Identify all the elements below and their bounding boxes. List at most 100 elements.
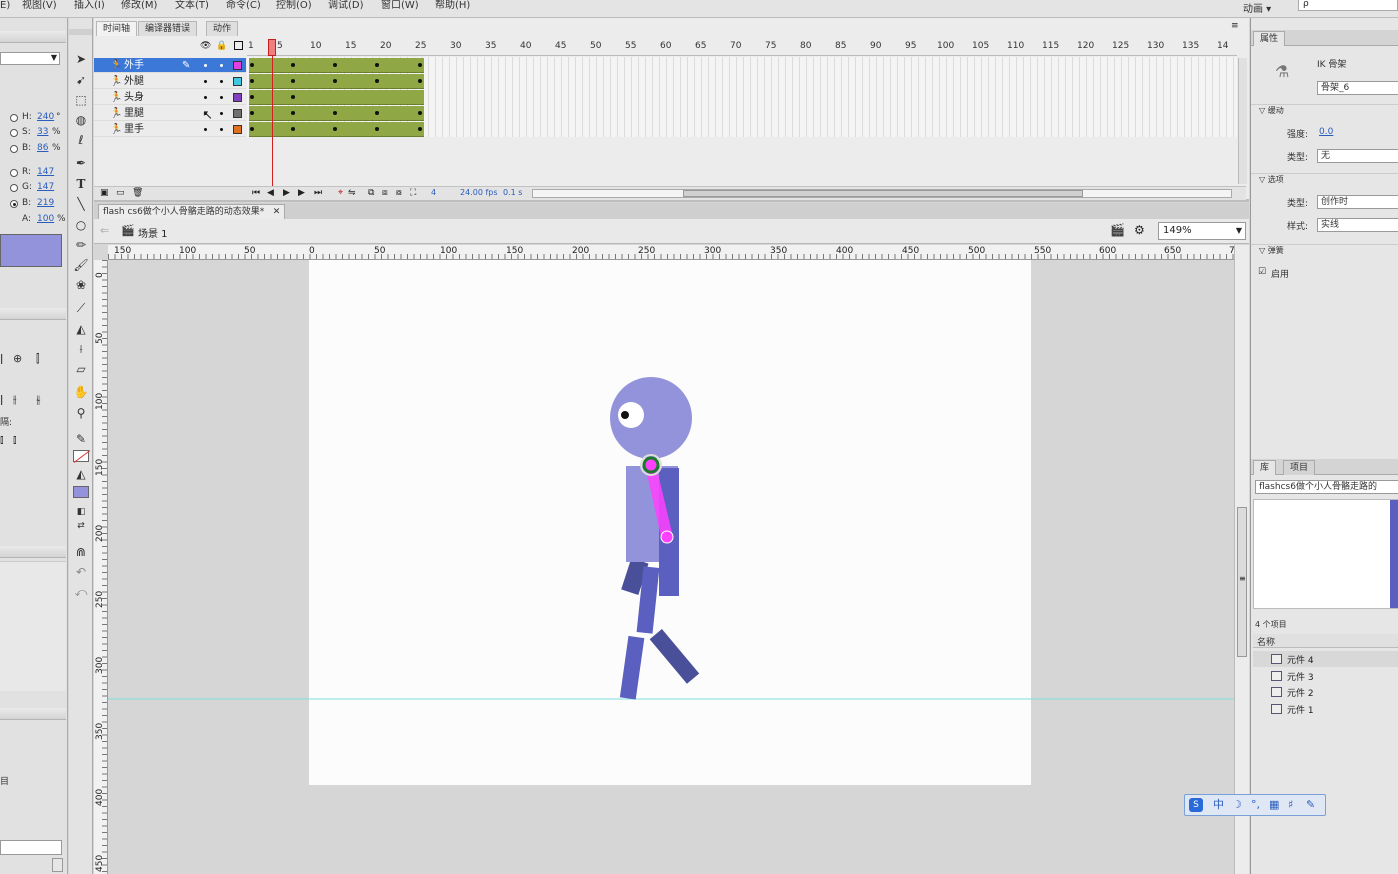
- value-alpha[interactable]: 100: [37, 214, 54, 224]
- ime-skin-icon[interactable]: ♯: [1288, 798, 1293, 812]
- option-type-select[interactable]: 创作时: [1317, 195, 1398, 209]
- pose-span[interactable]: [249, 90, 424, 105]
- fill-color-icon[interactable]: ◭: [73, 466, 89, 482]
- bone-root-joint[interactable]: [642, 456, 660, 474]
- menu-debug[interactable]: 调试(D): [328, 0, 364, 12]
- straighten-icon[interactable]: ⤺: [73, 584, 89, 600]
- center-frame-icon[interactable]: ⌖: [338, 188, 343, 198]
- pose-keyframe[interactable]: [250, 95, 254, 99]
- value-h[interactable]: 240: [37, 112, 54, 122]
- layer-color-swatch[interactable]: [233, 109, 242, 118]
- ime-tools-icon[interactable]: ✎: [1306, 798, 1315, 812]
- brush-tool-icon[interactable]: 🖌: [73, 257, 89, 273]
- visible-dot[interactable]: [204, 128, 207, 131]
- free-transform-tool-icon[interactable]: ⬚: [73, 92, 89, 108]
- menu-edit[interactable]: E): [0, 0, 10, 12]
- align-right-icon[interactable]: ⫿: [36, 352, 40, 366]
- distribute-left-icon[interactable]: ǀ: [0, 393, 3, 406]
- menu-insert[interactable]: 插入(I): [74, 0, 105, 12]
- tools-grip[interactable]: [69, 29, 92, 35]
- ime-punctuation-icon[interactable]: °,: [1251, 798, 1260, 812]
- radio-s[interactable]: [10, 129, 18, 137]
- inner-leg-lower[interactable]: [649, 629, 700, 684]
- layer-row[interactable]: 🏃 外腿: [94, 74, 246, 89]
- lock-dot[interactable]: [220, 96, 223, 99]
- eye-icon[interactable]: 👁: [200, 41, 211, 51]
- pose-keyframe[interactable]: [333, 127, 337, 131]
- loop-icon[interactable]: ⇋: [348, 188, 356, 198]
- pose-keyframe[interactable]: [250, 79, 254, 83]
- layer-name[interactable]: 里手: [124, 122, 144, 137]
- lock-dot[interactable]: [220, 80, 223, 83]
- align-left-icon[interactable]: ǀ: [0, 352, 3, 365]
- new-layer-icon[interactable]: ▣: [100, 188, 109, 198]
- pose-keyframe[interactable]: [291, 63, 295, 67]
- radio-b[interactable]: [10, 145, 18, 153]
- library-column-header[interactable]: 名称: [1253, 634, 1398, 648]
- layer-color-swatch[interactable]: [233, 93, 242, 102]
- outline-icon[interactable]: [234, 41, 243, 50]
- eraser-tool-icon[interactable]: ▱: [73, 361, 89, 377]
- layer-name[interactable]: 头身: [124, 90, 144, 105]
- value-s[interactable]: 33: [37, 127, 48, 137]
- library-document-select[interactable]: flashcs6做个小人骨骼走路的: [1255, 480, 1398, 494]
- ime-chinese-mode[interactable]: 中: [1213, 798, 1224, 812]
- frame-ruler[interactable]: 1 5 10 15 20 25 30 35 40 45 50 55 60 65 …: [247, 38, 1237, 56]
- bone-end-joint[interactable]: [660, 530, 674, 544]
- text-tool-icon[interactable]: T: [73, 176, 89, 192]
- oval-tool-icon[interactable]: ○: [73, 217, 89, 233]
- selection-tool-icon[interactable]: ➤: [73, 51, 89, 67]
- distribute-right-icon[interactable]: ⫳: [36, 393, 41, 407]
- enable-checkbox[interactable]: ☑: [1258, 267, 1266, 277]
- section-spring[interactable]: ▽ 弹簧: [1251, 244, 1398, 256]
- value-r[interactable]: 147: [37, 167, 54, 177]
- stage-vscroll[interactable]: ≡: [1234, 245, 1249, 874]
- library-item[interactable]: 元件 1: [1271, 703, 1314, 716]
- paint-bucket-tool-icon[interactable]: ◭: [73, 321, 89, 337]
- scene-label[interactable]: 场景 1: [138, 225, 168, 240]
- step-back-icon[interactable]: ◀: [267, 188, 274, 198]
- layer-row[interactable]: 🏃 里腿: [94, 106, 246, 121]
- pose-keyframe[interactable]: [375, 111, 379, 115]
- line-tool-icon[interactable]: ╲: [73, 196, 89, 212]
- pose-span[interactable]: [249, 58, 424, 73]
- fill-color-swatch[interactable]: [73, 486, 89, 498]
- onion-skin-icon[interactable]: ⧉: [368, 188, 374, 198]
- lasso-tool-icon[interactable]: ℓ: [73, 132, 89, 148]
- menu-modify[interactable]: 修改(M): [121, 0, 157, 12]
- menu-commands[interactable]: 命令(C): [226, 0, 261, 12]
- stage-vscroll-thumb[interactable]: ≡: [1237, 507, 1247, 657]
- layer-name[interactable]: 外腿: [124, 74, 144, 89]
- menu-help[interactable]: 帮助(H): [435, 0, 470, 12]
- section-ease[interactable]: ▽ 缓动: [1251, 104, 1398, 116]
- left-panel-scroll-button[interactable]: [52, 858, 63, 872]
- instance-name-field[interactable]: 骨架_6: [1317, 81, 1398, 95]
- pose-keyframe[interactable]: [291, 111, 295, 115]
- radio-h[interactable]: [10, 114, 18, 122]
- timeline-hscroll-thumb[interactable]: [683, 190, 1083, 197]
- layer-row[interactable]: 🏃 外手 ✎: [94, 58, 246, 73]
- new-folder-icon[interactable]: ▭: [116, 188, 125, 198]
- lock-dot[interactable]: [220, 112, 223, 115]
- transform-panel-header[interactable]: [0, 708, 66, 720]
- pose-keyframe[interactable]: [418, 63, 422, 67]
- zoom-select[interactable]: 149% ▼: [1158, 222, 1246, 240]
- library-item[interactable]: 元件 3: [1271, 670, 1314, 683]
- stroke-color-swatch[interactable]: [73, 450, 91, 463]
- left-panel-input[interactable]: [0, 840, 62, 855]
- go-last-icon[interactable]: ⏭: [314, 188, 322, 198]
- play-icon[interactable]: ▶: [283, 188, 290, 198]
- edit-scene-icon[interactable]: 🎬: [1110, 223, 1125, 237]
- tab-timeline[interactable]: 时间轴: [96, 21, 138, 36]
- library-item[interactable]: 元件 2: [1271, 686, 1314, 699]
- ease-type-select[interactable]: 无: [1317, 149, 1398, 163]
- snap-magnet-icon[interactable]: ⋒: [73, 544, 89, 560]
- deco-tool-icon[interactable]: ❀: [73, 277, 89, 293]
- step-forward-icon[interactable]: ▶: [298, 188, 305, 198]
- menu-window[interactable]: 窗口(W): [381, 0, 419, 12]
- radio-blue[interactable]: [10, 200, 18, 208]
- align-panel-header[interactable]: [0, 308, 66, 320]
- document-tab[interactable]: flash cs6做个小人骨骼走路的动态效果* ✕: [98, 204, 286, 219]
- layer-color-swatch[interactable]: [233, 77, 242, 86]
- lock-dot[interactable]: [220, 128, 223, 131]
